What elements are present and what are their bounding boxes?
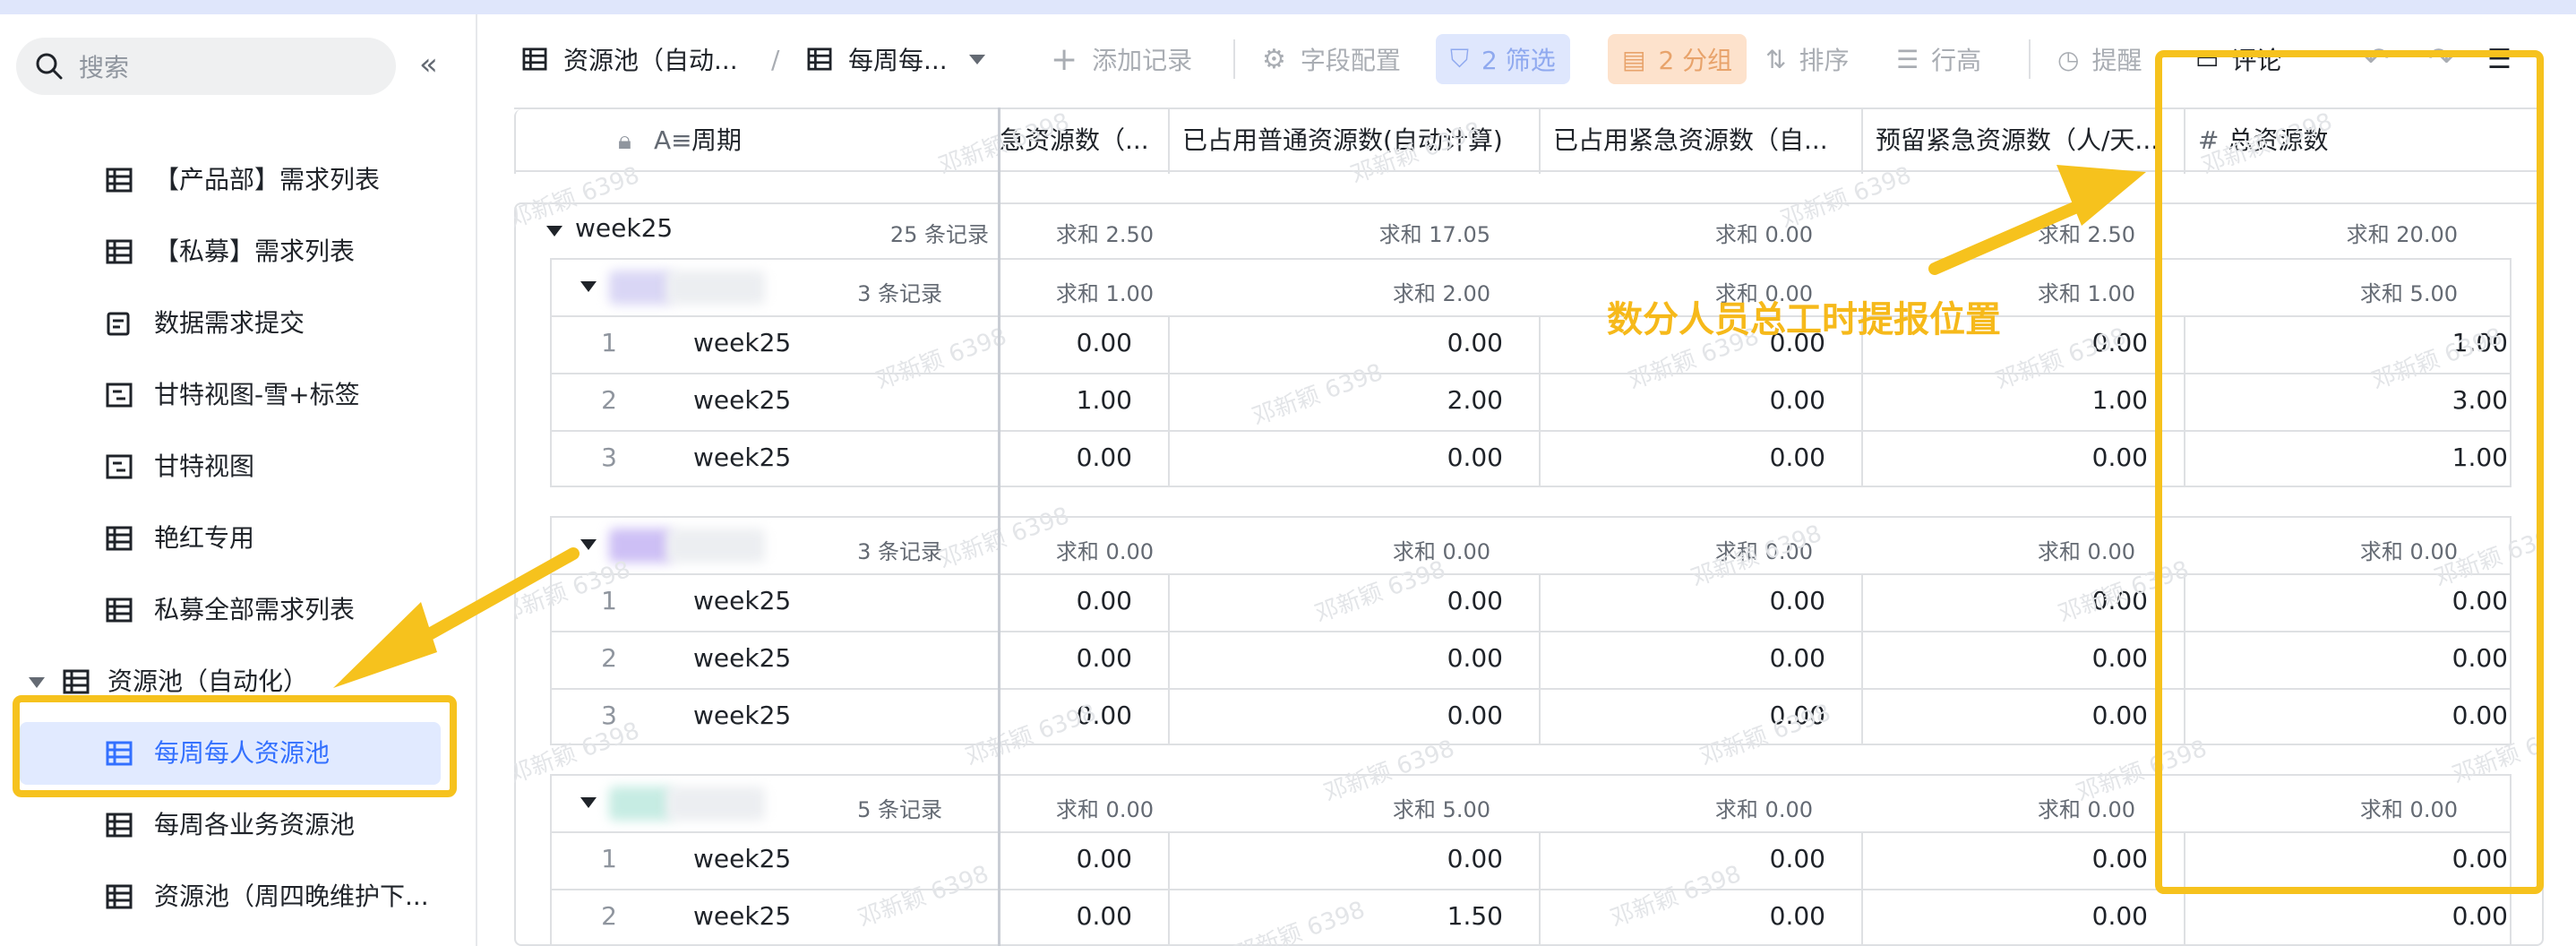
arrow-to-total-column	[1928, 165, 2146, 275]
annotation-arrows	[333, 165, 2146, 688]
annotation-label: 数分人员总工时提报位置	[1607, 299, 2001, 340]
app-window: 搜索 « 【产品部】需求列表 【私募】需求列表 数据需求提交 甘特视图-雪+标签…	[0, 0, 2576, 946]
arrow-to-sidebar	[333, 547, 580, 688]
